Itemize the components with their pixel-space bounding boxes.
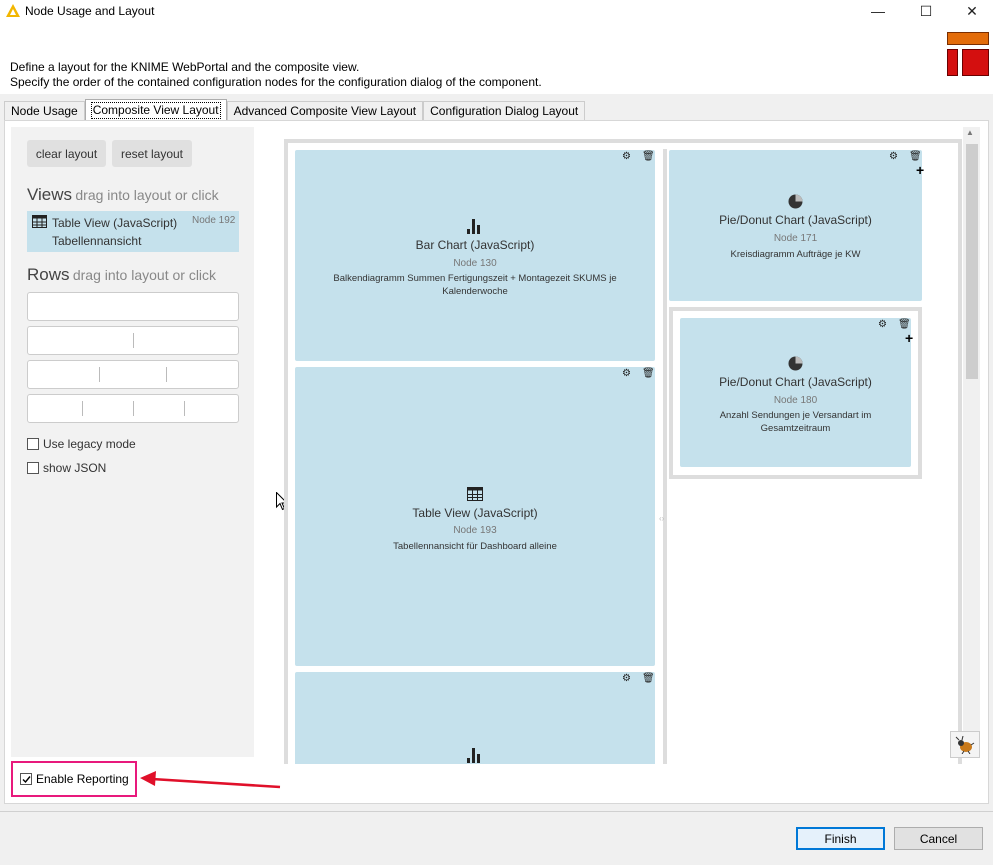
tab-node-usage[interactable]: Node Usage — [4, 101, 85, 121]
component-logo-icon — [947, 32, 989, 76]
bar-chart-icon — [467, 219, 480, 234]
layout-canvas: ‹› ⚙ 🗑 Bar Chart (JavaScript) Node 130 B… — [284, 139, 962, 764]
cancel-button[interactable]: Cancel — [894, 827, 983, 850]
footer-separator — [0, 811, 993, 812]
legacy-mode-option[interactable]: Use legacy mode — [27, 437, 136, 451]
show-json-label: show JSON — [43, 461, 107, 475]
rows-title: Rows — [27, 265, 70, 284]
panel-description: Tabellennansicht für Dashboard alleine — [393, 541, 557, 552]
tab-advanced-composite-view-layout[interactable]: Advanced Composite View Layout — [226, 101, 424, 121]
annotation-arrow-icon — [140, 771, 281, 789]
scrollbar-thumb[interactable] — [966, 144, 978, 379]
panel-bar-chart-2[interactable]: ⚙ 🗑 — [295, 672, 655, 764]
dialog-header: Define a layout for the KNIME WebPortal … — [0, 22, 993, 94]
debug-button[interactable] — [950, 731, 980, 758]
tab-composite-view-layout[interactable]: Composite View Layout — [84, 99, 227, 121]
gear-icon[interactable]: ⚙ — [889, 151, 898, 162]
trash-icon[interactable]: 🗑 — [898, 319, 911, 330]
tab-configuration-dialog-layout[interactable]: Configuration Dialog Layout — [423, 101, 586, 121]
minimize-icon: — — [871, 3, 885, 19]
view-item-name: Table View (JavaScript) — [52, 216, 178, 230]
panel-node: Node 171 — [773, 233, 818, 244]
knime-warning-icon — [6, 4, 20, 17]
row-template-2-columns[interactable] — [27, 326, 239, 355]
close-button[interactable]: ✕ — [949, 0, 993, 22]
views-title: Views — [27, 185, 73, 204]
trash-icon[interactable]: 🗑 — [642, 151, 655, 162]
view-item-table-view[interactable]: Table View (JavaScript) Node 192 Tabelle… — [27, 211, 239, 252]
trash-icon[interactable]: 🗑 — [909, 151, 922, 162]
panel-node: Node 180 — [773, 395, 818, 406]
pie-chart-icon — [788, 356, 803, 371]
rows-hint: drag into layout or click — [72, 267, 217, 283]
rows-heading: Rows drag into layout or click — [27, 265, 216, 285]
panel-title: Pie/Donut Chart (JavaScript) — [719, 375, 872, 389]
panel-pie-chart-2[interactable]: ⚙ 🗑 + Pie/Donut Chart (JavaScript) Node … — [680, 318, 913, 467]
maximize-button[interactable]: ☐ — [903, 0, 949, 22]
column-divider[interactable] — [663, 149, 667, 764]
minimize-button[interactable]: — — [855, 0, 901, 22]
panel-table-view[interactable]: ⚙ 🗑 Table View (JavaScript) Node 193 Tab… — [295, 367, 655, 666]
add-icon[interactable]: + — [916, 163, 924, 177]
row-template-1-column[interactable] — [27, 292, 239, 321]
close-icon: ✕ — [966, 2, 978, 19]
enable-reporting-option[interactable]: Enable Reporting — [20, 772, 129, 786]
view-item-desc: Tabellennansicht — [52, 234, 142, 248]
panel-node: Node 130 — [453, 258, 497, 269]
title-bar: Node Usage and Layout — ☐ ✕ — [0, 0, 993, 22]
gear-icon[interactable]: ⚙ — [878, 319, 887, 330]
checkmark-icon — [22, 776, 31, 784]
show-json-option[interactable]: show JSON — [27, 461, 106, 475]
panel-pie-chart-1[interactable]: ⚙ 🗑 + Pie/Donut Chart (JavaScript) Node … — [669, 150, 924, 301]
trash-icon[interactable]: 🗑 — [642, 673, 655, 684]
views-hint: drag into layout or click — [75, 187, 219, 203]
legacy-mode-checkbox[interactable] — [27, 438, 39, 450]
finish-button[interactable]: Finish — [796, 827, 885, 850]
table-icon — [467, 487, 483, 501]
panel-bar-chart[interactable]: ⚙ 🗑 Bar Chart (JavaScript) Node 130 Balk… — [295, 150, 655, 361]
bar-chart-icon — [467, 748, 480, 763]
pie-chart-icon — [788, 194, 803, 209]
bug-icon — [955, 735, 975, 754]
legacy-mode-label: Use legacy mode — [43, 437, 136, 451]
enable-reporting-label: Enable Reporting — [36, 772, 129, 786]
reset-layout-button[interactable]: reset layout — [112, 140, 192, 167]
enable-reporting-highlight: Enable Reporting — [11, 761, 137, 797]
maximize-icon: ☐ — [919, 2, 933, 19]
row-template-4-columns[interactable] — [27, 394, 239, 423]
enable-reporting-checkbox[interactable] — [20, 773, 32, 785]
panel-title: Bar Chart (JavaScript) — [415, 238, 535, 252]
views-heading: Views drag into layout or click — [27, 185, 219, 205]
trash-icon[interactable]: 🗑 — [642, 368, 655, 379]
panel-node: Node 193 — [453, 525, 497, 536]
clear-layout-button[interactable]: clear layout — [27, 140, 106, 167]
table-icon — [32, 215, 47, 228]
row-template-3-columns[interactable] — [27, 360, 239, 389]
scroll-up-icon[interactable]: ▲ — [966, 128, 974, 137]
add-icon[interactable]: + — [905, 331, 913, 345]
gear-icon[interactable]: ⚙ — [622, 151, 631, 162]
show-json-checkbox[interactable] — [27, 462, 39, 474]
view-item-node: Node 192 — [192, 215, 236, 226]
window-title: Node Usage and Layout — [25, 4, 155, 18]
panel-title: Table View (JavaScript) — [412, 506, 538, 520]
header-description-2: Specify the order of the contained confi… — [10, 75, 542, 89]
header-description-1: Define a layout for the KNIME WebPortal … — [10, 60, 360, 74]
panel-description: Anzahl Sendungen je Versandart im Gesamt… — [719, 410, 872, 434]
resize-handle-icon[interactable]: ‹› — [659, 514, 664, 523]
panel-title: Pie/Donut Chart (JavaScript) — [719, 213, 872, 227]
panel-description: Balkendiagramm Summen Fertigungszeit + M… — [333, 273, 617, 297]
gear-icon[interactable]: ⚙ — [622, 368, 631, 379]
panel-description: Kreisdiagramm Aufträge je KW — [730, 249, 861, 260]
gear-icon[interactable]: ⚙ — [622, 673, 631, 684]
tab-bar: Node Usage Composite View Layout Advance… — [4, 99, 586, 121]
